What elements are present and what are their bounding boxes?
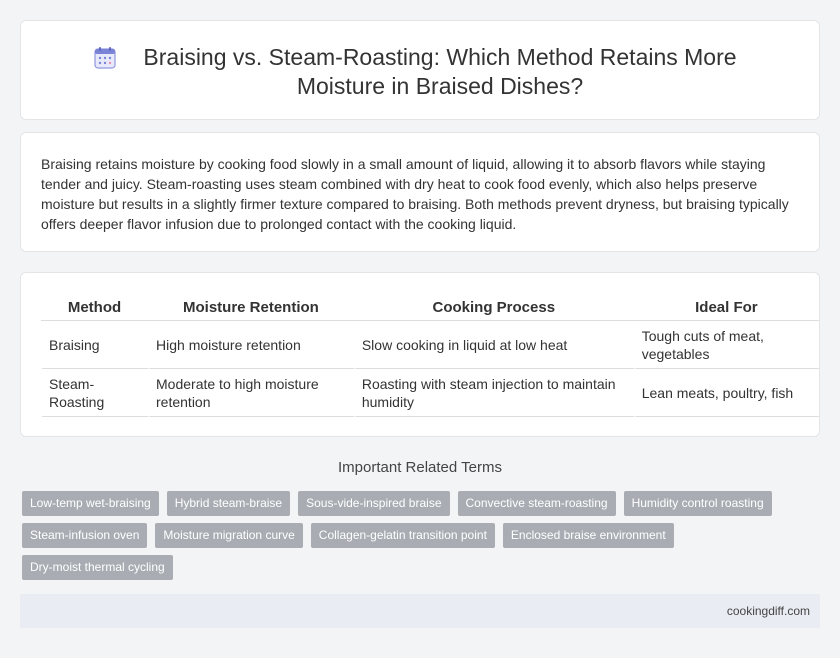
column-header-moisture-retention: Moisture Retention xyxy=(148,297,354,321)
related-term-tag[interactable]: Moisture migration curve xyxy=(155,523,303,548)
comparison-table: Method Moisture Retention Cooking Proces… xyxy=(41,297,819,417)
table-cell: High moisture retention xyxy=(148,321,354,369)
related-term-tag[interactable]: Convective steam-roasting xyxy=(457,491,616,516)
related-term-tag[interactable]: Hybrid steam-braise xyxy=(166,491,291,516)
table-cell: Slow cooking in liquid at low heat xyxy=(353,321,634,369)
table-row: Steam-Roasting Moderate to high moisture… xyxy=(41,369,819,417)
table-cell: Tough cuts of meat, vegetables xyxy=(633,321,819,369)
related-term-tag[interactable]: Steam-infusion oven xyxy=(22,523,148,548)
related-term-tag[interactable]: Dry-moist thermal cycling xyxy=(22,555,173,580)
related-term-tag[interactable]: Low-temp wet-braising xyxy=(22,491,159,516)
column-header-method: Method xyxy=(41,297,149,321)
related-terms-list: Low-temp wet-braising Hybrid steam-brais… xyxy=(22,491,802,587)
page-title: Braising vs. Steam-Roasting: Which Metho… xyxy=(143,44,737,99)
table-row: Braising High moisture retention Slow co… xyxy=(41,321,819,369)
footer-site-link[interactable]: cookingdiff.com xyxy=(727,604,810,618)
table-cell: Steam-Roasting xyxy=(41,369,149,417)
table-cell: Moderate to high moisture retention xyxy=(148,369,354,417)
related-term-tag[interactable]: Collagen-gelatin transition point xyxy=(310,523,495,548)
related-terms-heading: Important Related Terms xyxy=(338,459,502,476)
column-header-cooking-process: Cooking Process xyxy=(353,297,634,321)
table-cell: Lean meats, poultry, fish xyxy=(633,369,819,417)
related-term-tag[interactable]: Humidity control roasting xyxy=(623,491,772,516)
table-cell: Roasting with steam injection to maintai… xyxy=(353,369,634,417)
table-header-row: Method Moisture Retention Cooking Proces… xyxy=(41,297,819,321)
comparison-table-card: Method Moisture Retention Cooking Proces… xyxy=(20,272,820,437)
related-term-tag[interactable]: Enclosed braise environment xyxy=(502,523,674,548)
column-header-ideal-for: Ideal For xyxy=(633,297,819,321)
summary-text: Braising retains moisture by cooking foo… xyxy=(41,156,789,232)
related-term-tag[interactable]: Sous-vide-inspired braise xyxy=(298,491,450,516)
title-card: Braising vs. Steam-Roasting: Which Metho… xyxy=(20,20,820,120)
table-cell: Braising xyxy=(41,321,149,369)
summary-card: Braising retains moisture by cooking foo… xyxy=(20,132,820,252)
footer: cookingdiff.com xyxy=(20,594,820,628)
